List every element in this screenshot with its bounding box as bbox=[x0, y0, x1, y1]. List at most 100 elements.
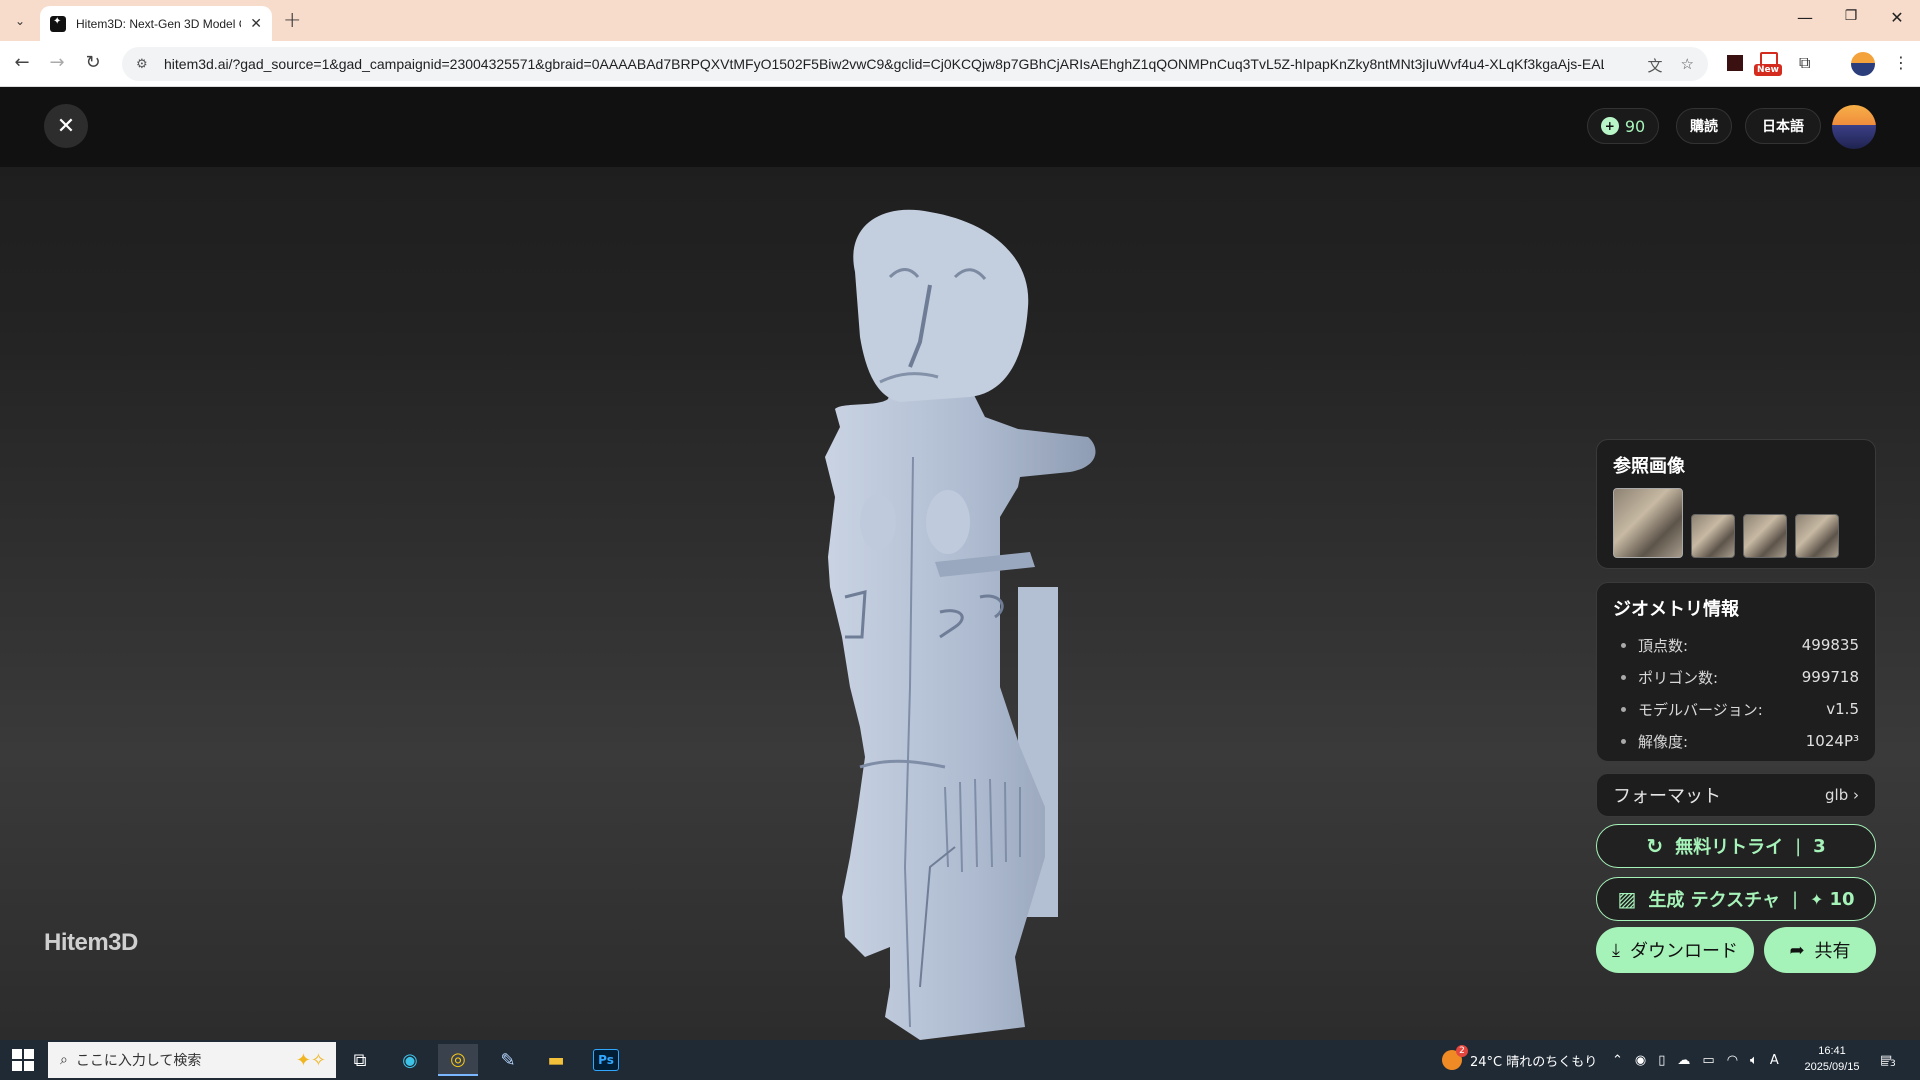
tray-volume-icon[interactable]: 🔈︎ bbox=[1750, 1053, 1758, 1068]
weather-widget[interactable]: 2 24°C 晴れのちくもり bbox=[1442, 1040, 1597, 1080]
language-button[interactable]: 日本語 bbox=[1745, 108, 1821, 144]
tray-chevron-up-icon[interactable]: ⌃ bbox=[1612, 1053, 1623, 1068]
geometry-label: ポリゴン数: bbox=[1638, 668, 1719, 687]
new-tab-icon[interactable]: + bbox=[283, 8, 301, 33]
geometry-value: 499835 bbox=[1801, 636, 1859, 654]
chrome-icon[interactable]: ◎ bbox=[438, 1044, 478, 1076]
browser-navbar: ← → ↻ ⚙ hitem3d.ai/?gad_source=1&gad_cam… bbox=[0, 41, 1920, 87]
extension-new-icon[interactable]: New bbox=[1754, 50, 1784, 76]
reference-thumbnail[interactable] bbox=[1613, 488, 1683, 558]
3d-model-viewport[interactable] bbox=[770, 167, 1150, 1040]
weather-text: 24°C 晴れのちくもり bbox=[1470, 1054, 1598, 1070]
app-header: ✕ + 90 購読 日本語 bbox=[0, 87, 1920, 167]
url-text[interactable]: hitem3d.ai/?gad_source=1&gad_campaignid=… bbox=[164, 56, 1604, 72]
free-retry-count: 3 bbox=[1813, 835, 1826, 857]
geometry-label: モデルバージョン: bbox=[1638, 700, 1763, 719]
tab-search-icon[interactable]: ⌄ bbox=[8, 9, 32, 33]
retry-icon: ↻ bbox=[1646, 834, 1664, 858]
format-value: glb › bbox=[1825, 786, 1859, 804]
browser-titlebar: ⌄ Hitem3D: Next-Gen 3D Model G ✕ + — ❐ ✕ bbox=[0, 0, 1920, 41]
bookmark-star-icon[interactable]: ☆ bbox=[1681, 55, 1694, 76]
windows-start-icon[interactable] bbox=[12, 1049, 34, 1071]
search-highlight-icon: ✦✧ bbox=[295, 1049, 326, 1071]
reference-thumbnail[interactable] bbox=[1743, 514, 1787, 558]
user-avatar[interactable] bbox=[1832, 105, 1876, 149]
credit-plus-icon: + bbox=[1600, 117, 1619, 135]
texture-hatch-icon: ▨ bbox=[1617, 887, 1637, 911]
share-label: 共有 bbox=[1814, 941, 1851, 962]
close-icon: ✕ bbox=[56, 113, 76, 139]
chevron-right-icon: › bbox=[1853, 786, 1859, 804]
geometry-value: v1.5 bbox=[1826, 700, 1859, 718]
system-tray: ⌃ ◉ ▯ ☁ ▭ ◠ 🔈︎ A bbox=[1612, 1040, 1779, 1080]
share-icon: ➦ bbox=[1789, 939, 1805, 961]
tray-wifi-icon[interactable]: ◠ bbox=[1727, 1053, 1738, 1068]
tray-battery-icon[interactable]: ▭ bbox=[1702, 1053, 1714, 1068]
extension-new-badge: New bbox=[1754, 64, 1782, 76]
edge-icon[interactable]: ◉ bbox=[390, 1044, 430, 1076]
credits-badge[interactable]: + 90 bbox=[1587, 108, 1659, 144]
reference-images-panel: 参照画像 bbox=[1596, 439, 1876, 569]
hitem3d-watermark-logo: Hitem3D bbox=[44, 929, 138, 956]
credits-value: 90 bbox=[1624, 116, 1646, 136]
back-icon[interactable]: ← bbox=[10, 52, 34, 73]
tab-close-icon[interactable]: ✕ bbox=[250, 16, 262, 32]
geometry-label: 頂点数: bbox=[1638, 636, 1689, 655]
taskbar-search-box[interactable]: ⌕ ここに入力して検索 ✦✧ bbox=[48, 1042, 336, 1078]
notification-count: 3 bbox=[1888, 1058, 1898, 1069]
search-icon: ⌕ bbox=[60, 1052, 68, 1068]
share-button[interactable]: ➦ 共有 bbox=[1764, 927, 1876, 973]
minimize-icon[interactable]: — bbox=[1782, 8, 1828, 27]
sparkle-icon: ✦ bbox=[1810, 889, 1824, 909]
tray-cloud-icon[interactable]: ☁ bbox=[1677, 1053, 1690, 1068]
geometry-polygons-row: ポリゴン数: 999718 bbox=[1613, 661, 1859, 693]
browser-menu-icon[interactable]: ⋮ bbox=[1893, 53, 1909, 72]
reference-thumbnails bbox=[1613, 488, 1859, 560]
download-button[interactable]: ⤓ ダウンロード bbox=[1596, 927, 1754, 973]
generate-texture-button[interactable]: ▨ 生成 テクスチャ | ✦ 10 bbox=[1596, 877, 1876, 921]
pen-app-icon[interactable]: ✎ bbox=[488, 1044, 528, 1076]
file-explorer-icon[interactable]: ▬ bbox=[536, 1044, 576, 1076]
tray-record-icon[interactable]: ◉ bbox=[1635, 1053, 1646, 1068]
forward-icon[interactable]: → bbox=[45, 52, 69, 73]
extensions-puzzle-icon[interactable]: ⧉ bbox=[1799, 53, 1810, 73]
tray-ime-icon[interactable]: A bbox=[1770, 1053, 1779, 1068]
reference-thumbnail[interactable] bbox=[1691, 514, 1735, 558]
free-retry-button[interactable]: ↻ 無料リトライ | 3 bbox=[1596, 824, 1876, 868]
extension-pdf-icon[interactable] bbox=[1727, 55, 1743, 71]
download-label: ダウンロード bbox=[1629, 941, 1738, 962]
geometry-value: 999718 bbox=[1801, 668, 1859, 686]
close-viewer-button[interactable]: ✕ bbox=[44, 104, 88, 148]
translate-icon[interactable]: 文 bbox=[1648, 55, 1663, 76]
format-selector[interactable]: フォーマット glb › bbox=[1596, 773, 1876, 817]
download-icon: ⤓ bbox=[1612, 939, 1620, 961]
browser-tab[interactable]: Hitem3D: Next-Gen 3D Model G ✕ bbox=[40, 6, 272, 41]
format-label: フォーマット bbox=[1613, 786, 1721, 807]
weather-icon: 2 bbox=[1442, 1045, 1468, 1070]
geometry-vertices-row: 頂点数: 499835 bbox=[1613, 629, 1859, 661]
site-info-icon[interactable]: ⚙ bbox=[136, 57, 154, 72]
restore-icon[interactable]: ❐ bbox=[1828, 8, 1874, 24]
geometry-resolution-row: 解像度: 1024P³ bbox=[1613, 725, 1859, 757]
tray-device-icon[interactable]: ▯ bbox=[1658, 1053, 1665, 1068]
generate-texture-label: 生成 テクスチャ bbox=[1648, 890, 1780, 911]
reference-images-title: 参照画像 bbox=[1613, 456, 1685, 477]
tab-favicon-icon bbox=[50, 15, 66, 32]
window-close-icon[interactable]: ✕ bbox=[1874, 8, 1920, 27]
subscribe-button[interactable]: 購読 bbox=[1676, 108, 1732, 144]
photoshop-icon[interactable]: Ps bbox=[586, 1044, 626, 1076]
task-view-icon[interactable]: ⧉ bbox=[340, 1044, 380, 1076]
notification-center-icon[interactable]: ▤ 3 bbox=[1880, 1040, 1898, 1080]
generate-texture-cost: 10 bbox=[1829, 888, 1855, 910]
geometry-label: 解像度: bbox=[1638, 732, 1689, 751]
tab-title: Hitem3D: Next-Gen 3D Model G bbox=[76, 16, 241, 31]
taskbar-clock[interactable]: 16:41 2025/09/15 bbox=[1796, 1043, 1868, 1075]
windows-taskbar: ⌕ ここに入力して検索 ✦✧ ⧉ ◉ ◎ ✎ ▬ Ps 2 24°C 晴れのちく… bbox=[0, 1040, 1920, 1080]
reference-thumbnail[interactable] bbox=[1795, 514, 1839, 558]
weather-badge: 2 bbox=[1456, 1045, 1468, 1057]
geometry-model-version-row: モデルバージョン: v1.5 bbox=[1613, 693, 1859, 725]
clock-time: 16:41 bbox=[1818, 1045, 1846, 1057]
reload-icon[interactable]: ↻ bbox=[81, 52, 105, 73]
browser-profile-avatar[interactable] bbox=[1851, 52, 1875, 76]
address-bar[interactable]: ⚙ hitem3d.ai/?gad_source=1&gad_campaigni… bbox=[122, 47, 1708, 81]
